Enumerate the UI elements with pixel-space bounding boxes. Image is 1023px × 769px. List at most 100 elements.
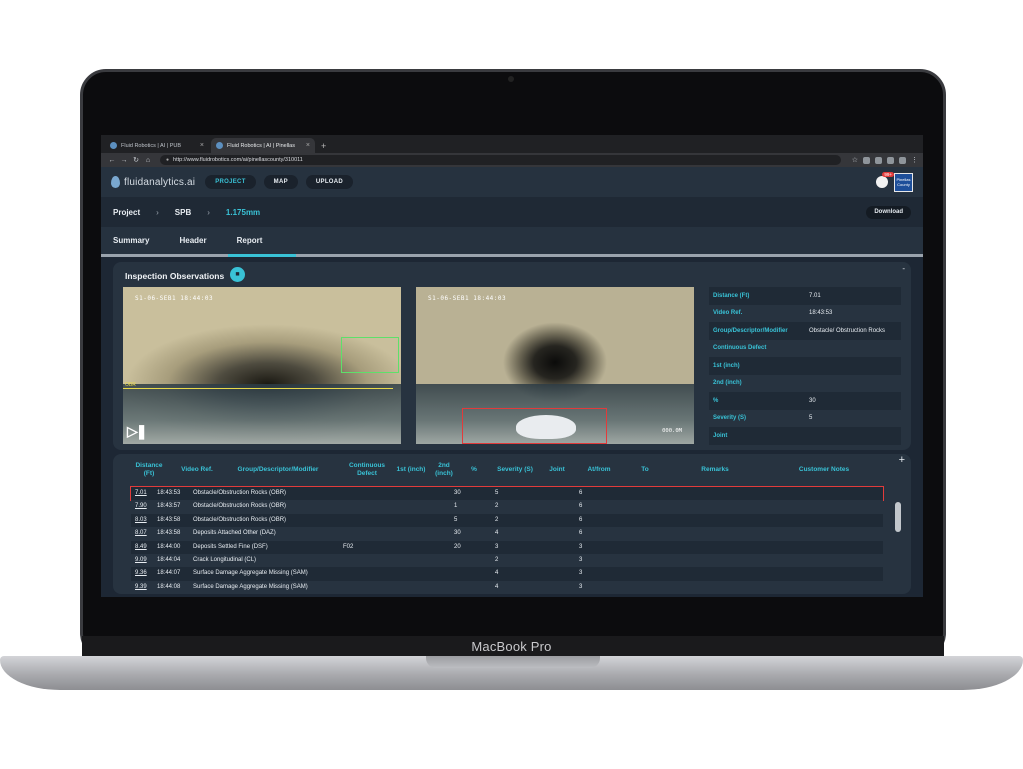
cell-video-ref: 18:43:57 — [157, 503, 181, 510]
detail-value: 30 — [809, 397, 816, 404]
column-header[interactable]: Continuous Defect — [345, 462, 389, 478]
tab-report[interactable]: Report — [227, 227, 296, 257]
table-row[interactable]: 9.39 18:44:08 Surface Damage Aggregate Mis… — [131, 580, 883, 594]
table-row[interactable]: 8.03 18:43:58 Obstacle/Obstruction Rocks (… — [131, 513, 883, 528]
table-row[interactable]: 7.90 18:43:57 Obstacle/Obstruction Rocks (… — [131, 500, 883, 514]
cell-distance[interactable]: 7.01 — [135, 487, 147, 500]
cell-distance[interactable]: 7.90 — [135, 500, 147, 513]
nav-map-button[interactable]: MAP — [263, 175, 298, 189]
column-header[interactable]: Remarks — [695, 466, 735, 474]
new-tab-button[interactable]: + — [321, 141, 326, 151]
extension-icon[interactable] — [875, 156, 882, 164]
detail-label: Distance (Ft) — [713, 292, 750, 299]
cell-severity: 3 — [495, 543, 499, 550]
header-right: 99+ Pinellas County — [876, 172, 913, 192]
breadcrumb-spb[interactable]: SPB — [175, 208, 191, 217]
app-logo[interactable]: fluidanalytics.ai — [111, 176, 195, 188]
play-pause-icon[interactable]: ▷❚ — [127, 423, 147, 440]
tab-title: Fluid Robotics | AI | PUB — [121, 142, 182, 149]
detail-row: Distance (Ft) 7.01 — [709, 287, 901, 305]
company-logo-text: Pinellas County — [896, 177, 911, 187]
cell-at-from: 6 — [579, 490, 583, 496]
table-row[interactable]: 9.09 18:44:04 Crack Longitudinal (CL) 2 3 — [131, 553, 883, 568]
nav-project-button[interactable]: PROJECT — [205, 175, 256, 189]
cell-at-from: 6 — [579, 503, 583, 510]
tab-title: Fluid Robotics | AI | Pinellas — [227, 142, 295, 149]
bookmark-star-icon[interactable]: ☆ — [852, 157, 858, 164]
nav-upload-button[interactable]: UPLOAD — [305, 175, 354, 189]
column-header[interactable]: Joint — [545, 466, 569, 474]
close-icon[interactable]: × — [306, 142, 310, 149]
scrollbar[interactable] — [895, 502, 901, 532]
cell-video-ref: 18:44:07 — [157, 570, 181, 577]
cell-distance[interactable]: 9.36 — [135, 567, 147, 580]
detail-value: 5 — [809, 415, 813, 422]
cell-group: Obstacle/Obstruction Rocks (OBR) — [193, 503, 287, 510]
column-header[interactable]: % — [466, 466, 482, 474]
inspection-video-player[interactable]: S1-06-SEB1 18:44:03 OBR ▷❚ — [123, 287, 401, 444]
extension-icon[interactable] — [863, 156, 870, 164]
tab-header[interactable]: Header — [179, 227, 206, 254]
cell-distance[interactable]: 9.39 — [135, 581, 147, 594]
reload-icon[interactable]: ↻ — [130, 156, 142, 164]
cell-video-ref: 18:44:00 — [157, 543, 181, 550]
cell-distance[interactable]: 8.07 — [135, 527, 147, 540]
detail-label: Continuous Defect — [713, 345, 767, 352]
distance-stamp: 000.0M — [662, 428, 682, 434]
url-text: http://www.fluidrobotics.com/ai/pinellas… — [173, 157, 303, 163]
device-label: MacBook Pro — [471, 639, 552, 654]
back-icon[interactable]: ← — [106, 157, 118, 164]
measurement-label: OBR — [125, 382, 136, 388]
column-header[interactable]: Group/Descriptor/Modifier — [223, 466, 333, 474]
browser-menu-icon[interactable]: ⋮ — [911, 157, 918, 164]
cell-percent: 30 — [454, 530, 461, 537]
table-row[interactable]: 9.36 18:44:07 Surface Damage Aggregate Mis… — [131, 567, 883, 581]
browser-tab-pinellas[interactable]: Fluid Robotics | AI | Pinellas × — [211, 138, 315, 153]
cell-video-ref: 18:44:04 — [157, 556, 181, 563]
column-header[interactable]: At/from — [583, 466, 615, 474]
cell-at-from: 6 — [579, 516, 583, 523]
tab-summary[interactable]: Summary — [113, 227, 149, 254]
video-camera-icon[interactable]: ■ — [230, 267, 245, 282]
forward-icon[interactable]: → — [118, 157, 130, 164]
cell-video-ref: 18:44:08 — [157, 583, 181, 590]
table-row[interactable]: 8.07 18:43:58 Deposits Attached Other (DAZ… — [131, 527, 883, 541]
detail-row: Severity (S) 5 — [709, 410, 901, 428]
observation-details: Distance (Ft) 7.01 Video Ref. 18:43:53 Gro… — [709, 287, 901, 445]
column-header[interactable]: Distance (Ft) — [131, 462, 167, 478]
cell-severity: 4 — [495, 530, 499, 537]
breadcrumb-project[interactable]: Project — [113, 208, 140, 217]
table-row[interactable]: 8.49 18:44:00 Deposits Settled Fine (DSF) F… — [131, 540, 883, 554]
column-header[interactable]: Customer Notes — [789, 466, 859, 474]
cell-distance[interactable]: 8.03 — [135, 514, 147, 527]
table-row-selected[interactable]: 7.01 18:43:53 Obstacle/Obstruction Rocks (… — [130, 485, 884, 502]
column-header[interactable]: To — [637, 466, 653, 474]
company-logo[interactable]: Pinellas County — [894, 172, 913, 192]
extension-icon[interactable] — [887, 156, 894, 164]
screen: Fluid Robotics | AI | PUB × Fluid Roboti… — [101, 135, 923, 597]
notification-badge: 99+ — [882, 172, 894, 177]
pipe-floor — [123, 384, 401, 444]
browser-tab-pub[interactable]: Fluid Robotics | AI | PUB × — [105, 138, 209, 153]
home-icon[interactable]: ⌂ — [142, 157, 154, 164]
close-icon[interactable]: × — [200, 142, 204, 149]
url-input[interactable]: ● http://www.fluidrobotics.com/ai/pinell… — [160, 155, 841, 165]
collapse-icon[interactable]: - — [902, 264, 905, 273]
column-header[interactable]: 2nd (inch) — [431, 462, 457, 478]
column-header[interactable]: Video Ref. — [173, 466, 221, 474]
download-button[interactable]: Download — [866, 205, 911, 219]
app-header: fluidanalytics.ai PROJECT MAP UPLOAD 99+… — [101, 167, 923, 197]
notification-icon[interactable]: 99+ — [876, 172, 894, 188]
cell-distance[interactable]: 8.49 — [135, 541, 147, 554]
cell-video-ref: 18:43:58 — [157, 530, 181, 537]
detail-value: 7.01 — [809, 292, 821, 299]
breadcrumb: Project › SPB › 1.175mm Download — [101, 197, 923, 227]
extension-icon[interactable] — [899, 156, 906, 164]
cell-severity: 2 — [495, 516, 499, 523]
cell-distance[interactable]: 9.09 — [135, 554, 147, 567]
column-header[interactable]: 1st (inch) — [393, 466, 429, 474]
detail-row: Video Ref. 18:43:53 — [709, 305, 901, 323]
table-header: Distance (Ft) Video Ref. Group/Descripto… — [113, 462, 903, 484]
cell-at-from: 3 — [579, 583, 583, 590]
column-header[interactable]: Severity (S) — [491, 466, 539, 474]
